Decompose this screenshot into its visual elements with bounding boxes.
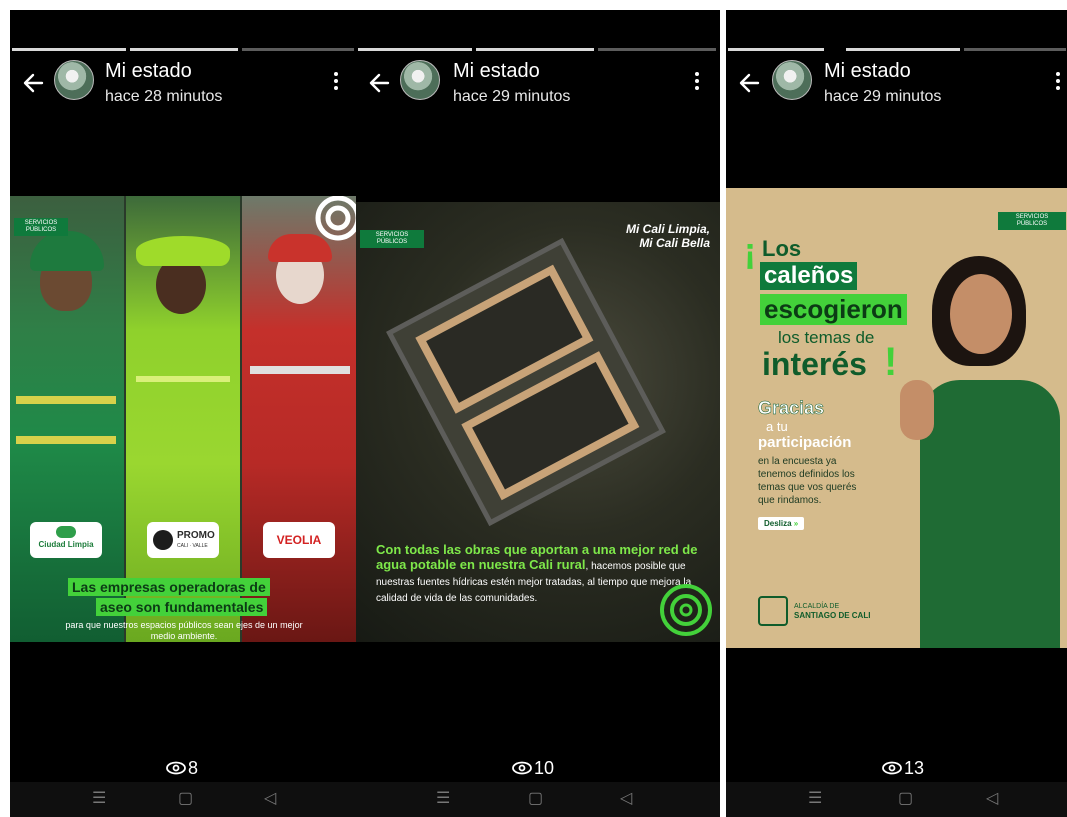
story-headline: Con todas las obras que aportan a una me…: [376, 542, 698, 604]
view-count-value: 8: [188, 758, 199, 778]
progress-segment: [728, 48, 824, 51]
story-image[interactable]: SERVICIOS PÚBLICOS Mi Cali Limpia, Mi Ca…: [356, 202, 720, 642]
home-icon[interactable]: ▢: [528, 790, 543, 808]
status-title: Mi estado: [824, 60, 911, 82]
progress-segment: [358, 48, 472, 51]
system-nav-bar: ☰ ▢ ◁: [726, 782, 1067, 817]
back-arrow-icon[interactable]: [22, 72, 48, 98]
back-arrow-icon[interactable]: [368, 72, 394, 98]
more-menu-icon[interactable]: [334, 72, 340, 93]
view-count-value: 13: [904, 758, 925, 778]
status-title: Mi estado: [453, 60, 540, 82]
progress-segment: [846, 48, 960, 51]
brand-logo: Mi Cali Limpia, Mi Cali Bella: [625, 222, 710, 250]
status-time: hace 29 minutos: [453, 88, 571, 105]
logo-veolia: VEOLIA: [263, 522, 335, 558]
system-nav-bar: ☰ ▢ ◁: [10, 782, 356, 817]
progress-segment: [598, 48, 716, 51]
status-panel-2: Mi estado hace 29 minutos SERVICIOS PÚBL…: [356, 10, 720, 817]
view-count[interactable]: 10: [512, 756, 554, 780]
recent-apps-icon[interactable]: ☰: [436, 790, 450, 808]
status-panel-3: Mi estado hace 29 minutos SERVICIOS PÚBL…: [726, 10, 1067, 817]
nav-back-icon[interactable]: ◁: [264, 790, 276, 808]
swipe-cta[interactable]: Desliza »: [758, 517, 805, 530]
nav-back-icon[interactable]: ◁: [986, 790, 998, 808]
home-icon[interactable]: ▢: [178, 790, 193, 808]
avatar[interactable]: [772, 60, 812, 100]
avatar[interactable]: [400, 60, 440, 100]
gracias-block: Gracias a tu participación en la encuest…: [758, 398, 857, 530]
worker-photo-promo: [126, 196, 240, 642]
avatar[interactable]: [54, 60, 94, 100]
story-image[interactable]: SERVICIOS PÚBLICOS Ciudad Limpia PROMO C…: [10, 196, 356, 642]
worker-photo-veolia: [242, 196, 356, 642]
status-panel-1: Mi estado hace 28 minutos SERVICIOS PÚBL…: [10, 10, 356, 817]
alcaldia-logo: ALCALDÍA DE SANTIAGO DE CALI: [758, 596, 870, 626]
back-arrow-icon[interactable]: [738, 72, 764, 98]
worker-photo-ciudad-limpia: [10, 196, 124, 642]
story-headline-line-2: aseo son fundamentales: [96, 598, 268, 616]
recent-apps-icon[interactable]: ☰: [808, 790, 822, 808]
story-headline-line-1: Las empresas operadoras de: [68, 578, 270, 596]
status-time: hace 28 minutos: [105, 88, 223, 105]
story-image[interactable]: SERVICIOS PÚBLICOS ¡ Los caleños escogie…: [726, 188, 1067, 648]
chevrons-icon: »: [791, 519, 799, 528]
more-menu-icon[interactable]: [695, 72, 701, 93]
progress-segment: [12, 48, 126, 51]
progress-segment: [964, 48, 1066, 51]
spiral-icon: [660, 584, 712, 636]
services-badge: SERVICIOS PÚBLICOS: [360, 230, 424, 248]
eye-icon: [882, 761, 902, 775]
view-count[interactable]: 13: [882, 756, 924, 780]
eye-icon: [166, 761, 186, 775]
recent-apps-icon[interactable]: ☰: [92, 790, 106, 808]
story-caption: para que nuestros espacios públicos sean…: [65, 620, 303, 641]
system-nav-bar: ☰ ▢ ◁: [356, 782, 720, 817]
progress-segment: [476, 48, 594, 51]
progress-segment: [242, 48, 354, 51]
services-badge: SERVICIOS PÚBLICOS: [14, 218, 68, 236]
progress-segment: [130, 48, 238, 51]
logo-ciudad-limpia: Ciudad Limpia: [30, 522, 102, 558]
woman-photo: [892, 250, 1067, 648]
nav-back-icon[interactable]: ◁: [620, 790, 632, 808]
status-time: hace 29 minutos: [824, 88, 942, 105]
construction-photo: [386, 237, 666, 527]
home-icon[interactable]: ▢: [898, 790, 913, 808]
services-badge: SERVICIOS PÚBLICOS: [998, 212, 1066, 230]
status-title: Mi estado: [105, 60, 192, 82]
spiral-icon: [315, 196, 356, 241]
view-count-value: 10: [534, 758, 555, 778]
logo-promo: PROMO CALI · VALLE: [147, 522, 219, 558]
more-menu-icon[interactable]: [1056, 72, 1062, 93]
eye-icon: [512, 761, 532, 775]
view-count[interactable]: 8: [166, 756, 198, 780]
